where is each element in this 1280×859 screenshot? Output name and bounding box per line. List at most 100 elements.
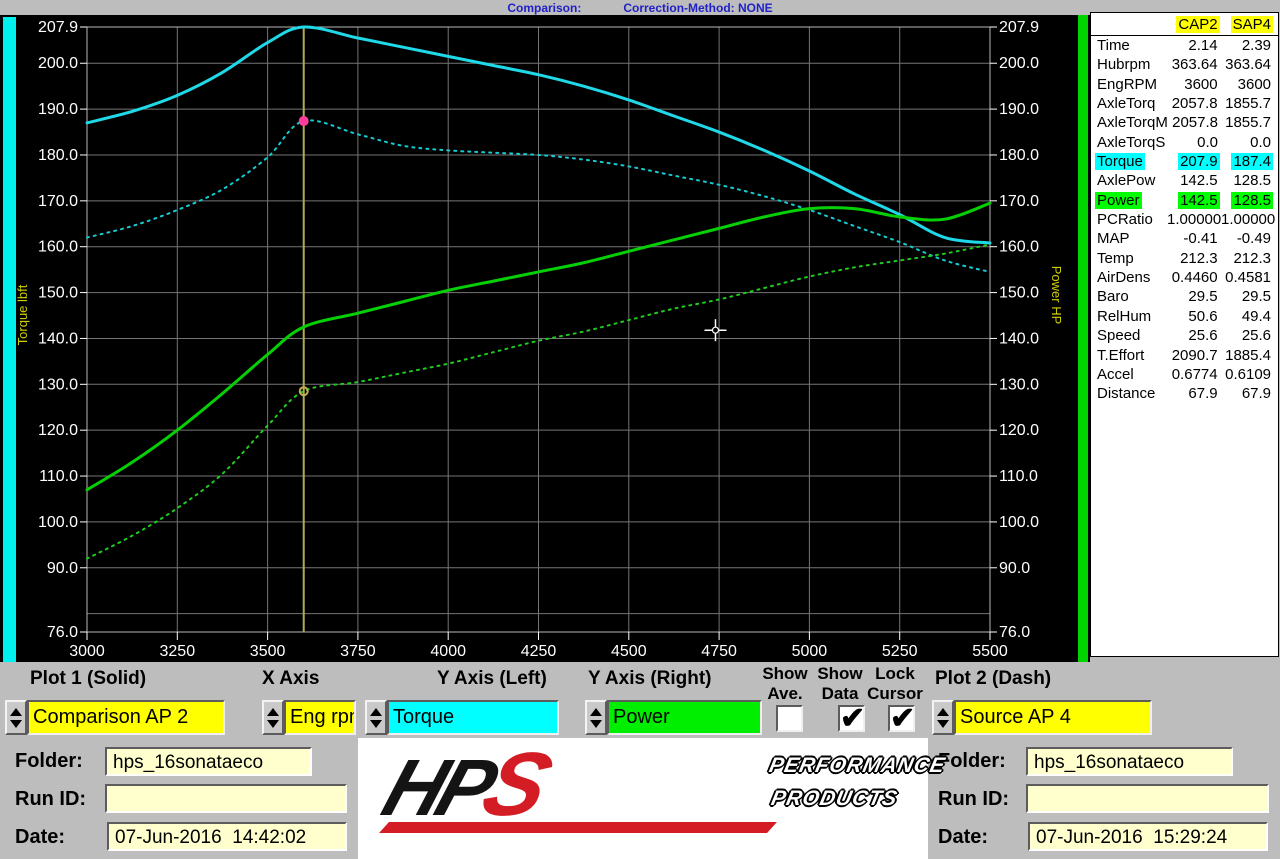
table-row: Temp212.3212.3	[1091, 249, 1278, 268]
table-cell: 128.5	[1220, 191, 1273, 210]
folder-field-right[interactable]: hps_16sonataeco	[1026, 747, 1233, 776]
table-cell: 1.00000	[1219, 210, 1273, 229]
folder-field-left[interactable]: hps_16sonataeco	[105, 747, 312, 776]
plot1-spinner[interactable]	[5, 700, 27, 735]
data-readout-table: CAP2 SAP4 Time2.142.39Hubrpm363.64363.64…	[1090, 12, 1279, 657]
table-cell: 0.0	[1167, 133, 1220, 152]
table-row: AxlePow142.5128.5	[1091, 171, 1278, 190]
table-row: RelHum50.649.4	[1091, 307, 1278, 326]
tick-label-left: 110.0	[39, 468, 78, 485]
spinner-up-icon[interactable]	[937, 708, 949, 716]
table-cell: 29.5	[1166, 287, 1219, 306]
tick-label-left: 180.0	[38, 147, 78, 164]
show-ave-checkbox[interactable]	[776, 705, 803, 732]
runid-label-left: Run ID:	[15, 788, 86, 811]
spinner-up-icon[interactable]	[590, 708, 602, 716]
spinner-down-icon[interactable]	[267, 720, 279, 728]
table-header-sap4: SAP4	[1220, 16, 1273, 33]
table-cell: 142.5	[1166, 191, 1219, 210]
table-row-label: PCRatio	[1091, 210, 1165, 229]
xaxis-spinner[interactable]	[262, 700, 284, 735]
dyno-chart-area[interactable]: 207.9207.9200.0200.0190.0190.0180.0180.0…	[0, 15, 1090, 662]
tick-label-left: 200.0	[38, 55, 78, 72]
table-cell: 1855.7	[1220, 113, 1273, 132]
table-cell: 1885.4	[1220, 346, 1273, 365]
table-cell: 207.9	[1166, 152, 1219, 171]
runid-field-right[interactable]	[1026, 784, 1269, 813]
table-header-row: CAP2 SAP4	[1091, 13, 1278, 36]
table-row: AxleTorqS0.00.0	[1091, 133, 1278, 152]
table-cell: 2057.8	[1166, 94, 1219, 113]
date-field-left[interactable]: 07-Jun-2016 14:42:02	[107, 822, 347, 851]
window-header: Comparison: Correction-Method: NONE	[0, 0, 1280, 15]
table-row-label: MAP	[1091, 229, 1166, 248]
spinner-down-icon[interactable]	[937, 720, 949, 728]
plot2-label: Plot 2 (Dash)	[935, 668, 1051, 690]
show-data-checkbox[interactable]: ✔	[838, 705, 865, 732]
yaxis-left-label: Y Axis (Left)	[437, 668, 547, 690]
lock-cursor-checkbox[interactable]: ✔	[888, 705, 915, 732]
table-cell: 2.14	[1166, 36, 1219, 55]
table-header-cap2: CAP2	[1166, 16, 1219, 33]
power-axis-title: Power HP	[1049, 266, 1064, 325]
yaxis-right-spinner[interactable]	[585, 700, 607, 735]
table-row: Power142.5128.5	[1091, 191, 1278, 210]
tick-label-right: 207.9	[999, 19, 1039, 36]
tick-label-left: 150.0	[38, 285, 78, 302]
spinner-up-icon[interactable]	[267, 708, 279, 716]
spinner-up-icon[interactable]	[370, 708, 382, 716]
spinner-down-icon[interactable]	[10, 720, 22, 728]
spinner-down-icon[interactable]	[370, 720, 382, 728]
correction-method-label: Correction-Method: NONE	[623, 1, 772, 15]
yaxis-right-select[interactable]: Power	[607, 700, 762, 735]
table-row-label: Hubrpm	[1091, 55, 1166, 74]
table-cell: 128.5	[1220, 171, 1273, 190]
tick-label-right: 190.0	[999, 101, 1039, 118]
dyno-plot[interactable]: 207.9207.9200.0200.0190.0190.0180.0180.0…	[0, 15, 1090, 662]
table-cell: 67.9	[1166, 384, 1219, 403]
tick-label-right: 160.0	[999, 239, 1039, 256]
tagline-line2: PRODUCTS	[769, 787, 941, 811]
date-field-right[interactable]: 07-Jun-2016 15:29:24	[1028, 822, 1268, 851]
yaxis-left-select[interactable]: Torque	[387, 700, 559, 735]
table-row-label: AxleTorqS	[1091, 133, 1167, 152]
table-cell: 67.9	[1220, 384, 1273, 403]
date-label-left: Date:	[15, 826, 65, 849]
table-cell: 1.00000	[1165, 210, 1219, 229]
tick-label-x: 3500	[250, 643, 286, 660]
table-row: AxleTorqM2057.81855.7	[1091, 113, 1278, 132]
table-row: Hubrpm363.64363.64	[1091, 55, 1278, 74]
runid-label-right: Run ID:	[938, 788, 1009, 811]
tick-label-left: 170.0	[38, 193, 78, 210]
table-row-label: T.Effort	[1091, 346, 1166, 365]
yaxis-left-spinner[interactable]	[365, 700, 387, 735]
spinner-down-icon[interactable]	[590, 720, 602, 728]
table-row: Baro29.529.5	[1091, 287, 1278, 306]
plot1-select[interactable]: Comparison AP 2	[27, 700, 225, 735]
table-cell: 3600	[1166, 75, 1219, 94]
tick-label-x: 3250	[160, 643, 196, 660]
tick-label-right: 130.0	[999, 376, 1039, 393]
right-axis-color-bar	[1078, 15, 1088, 662]
runid-field-left[interactable]	[105, 784, 347, 813]
xaxis-select[interactable]: Eng rpm	[284, 700, 356, 735]
table-cell: 0.6774	[1166, 365, 1219, 384]
tick-label-left: 100.0	[38, 514, 78, 531]
spinner-up-icon[interactable]	[10, 708, 22, 716]
tick-label-left: 190.0	[38, 101, 78, 118]
table-cell: 142.5	[1166, 171, 1219, 190]
table-row-label: AxlePow	[1091, 171, 1166, 190]
table-row: T.Effort2090.71885.4	[1091, 346, 1278, 365]
torque-axis-title: Torque lbft	[15, 284, 30, 345]
hps-logo-tagline: PERFORMANCE PRODUCTS	[760, 754, 948, 811]
dyno-app-window: Comparison: Correction-Method: NONE 207.…	[0, 0, 1280, 859]
table-row-label: Speed	[1091, 326, 1166, 345]
table-cell: 0.0	[1220, 133, 1273, 152]
tick-label-right: 200.0	[999, 55, 1039, 72]
tick-label-right: 100.0	[999, 514, 1039, 531]
table-cell: 29.5	[1220, 287, 1273, 306]
plot2-select[interactable]: Source AP 4	[954, 700, 1152, 735]
plot2-spinner[interactable]	[932, 700, 954, 735]
table-cell: -0.41	[1166, 229, 1219, 248]
table-row: Torque207.9187.4	[1091, 152, 1278, 171]
